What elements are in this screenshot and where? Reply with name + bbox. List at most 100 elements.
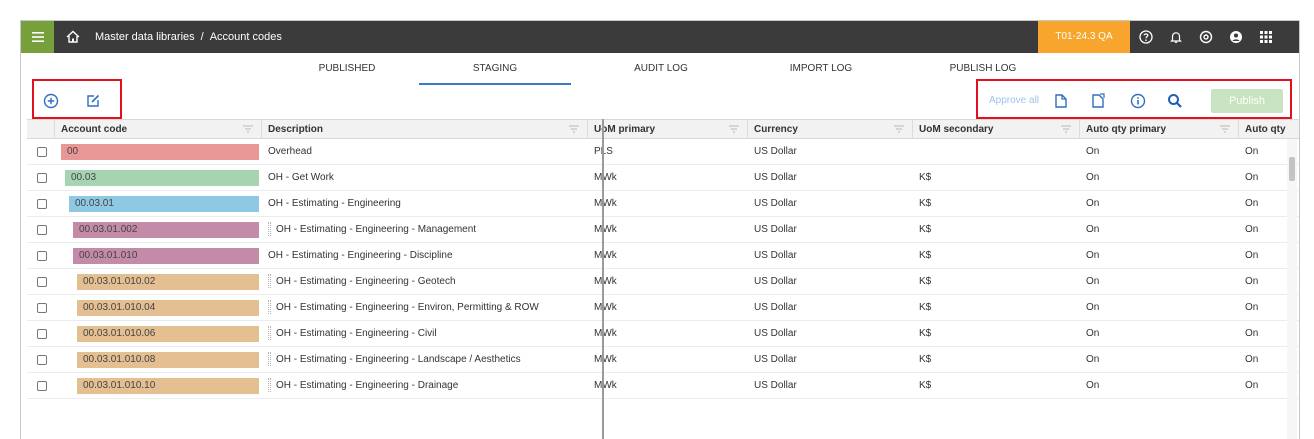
table-row[interactable]: 00.03.01.002 OH - Estimating - Engineerin… (27, 217, 1299, 243)
currency-cell[interactable]: US Dollar (748, 243, 913, 268)
column-header-currency[interactable]: Currency (748, 120, 913, 138)
row-checkbox[interactable] (37, 329, 47, 339)
uom-secondary-cell[interactable]: K$ (913, 373, 1080, 398)
auto-qty-primary-cell[interactable]: On (1080, 347, 1239, 372)
edit-icon[interactable] (84, 92, 102, 110)
table-row[interactable]: 00.03.01.010.02 OH - Estimating - Enginee… (27, 269, 1299, 295)
breadcrumb-root[interactable]: Master data libraries (95, 31, 195, 43)
uom-secondary-cell[interactable]: K$ (913, 165, 1080, 190)
row-checkbox[interactable] (37, 199, 47, 209)
drag-handle-icon[interactable] (268, 378, 271, 393)
menu-icon[interactable] (21, 21, 54, 53)
currency-cell[interactable]: US Dollar (748, 373, 913, 398)
uom-secondary-cell[interactable]: K$ (913, 295, 1080, 320)
account-code-cell[interactable]: 00.03.01 (69, 196, 259, 212)
account-code-cell[interactable]: 00.03.01.010.10 (77, 378, 259, 394)
description-cell[interactable]: OH - Estimating - Engineering - Manageme… (262, 217, 588, 242)
info-icon[interactable] (1129, 92, 1147, 110)
auto-qty-cell[interactable]: On (1239, 139, 1291, 164)
uom-primary-cell[interactable]: MWk (588, 347, 748, 372)
account-code-cell[interactable]: 00.03.01.002 (73, 222, 259, 238)
table-row[interactable]: 00.03 OH - Get Work MWk US Dollar K$ On On (27, 165, 1299, 191)
drag-handle-icon[interactable] (268, 274, 271, 289)
auto-qty-primary-cell[interactable]: On (1080, 139, 1239, 164)
column-header-description[interactable]: Description (262, 120, 588, 138)
auto-qty-primary-cell[interactable]: On (1080, 295, 1239, 320)
table-row[interactable]: 00.03.01.010.04 OH - Estimating - Enginee… (27, 295, 1299, 321)
currency-cell[interactable]: US Dollar (748, 269, 913, 294)
filter-icon[interactable] (569, 125, 579, 133)
drag-handle-icon[interactable] (268, 326, 271, 341)
currency-cell[interactable]: US Dollar (748, 191, 913, 216)
auto-qty-primary-cell[interactable]: On (1080, 269, 1239, 294)
uom-primary-cell[interactable]: MWk (588, 373, 748, 398)
account-code-cell[interactable]: 00.03 (65, 170, 259, 186)
environment-badge[interactable]: T01-24.3 QA (1038, 21, 1130, 53)
auto-qty-primary-cell[interactable]: On (1080, 243, 1239, 268)
drag-handle-icon[interactable] (268, 300, 271, 315)
row-checkbox[interactable] (37, 277, 47, 287)
uom-secondary-cell[interactable]: K$ (913, 243, 1080, 268)
uom-primary-cell[interactable]: MWk (588, 191, 748, 216)
apps-grid-icon[interactable] (1254, 21, 1278, 53)
uom-secondary-cell[interactable]: K$ (913, 191, 1080, 216)
filter-icon[interactable] (729, 125, 739, 133)
account-code-cell[interactable]: 00.03.01.010.02 (77, 274, 259, 290)
column-header-uom-secondary[interactable]: UoM secondary (913, 120, 1080, 138)
document-arrow-icon[interactable] (1052, 92, 1070, 110)
row-checkbox[interactable] (37, 355, 47, 365)
drag-handle-icon[interactable] (268, 352, 271, 367)
uom-secondary-cell[interactable]: K$ (913, 347, 1080, 372)
description-cell[interactable]: Overhead (262, 139, 588, 164)
vertical-scrollbar[interactable] (1287, 139, 1297, 439)
currency-cell[interactable]: US Dollar (748, 165, 913, 190)
help-icon[interactable] (1134, 21, 1158, 53)
scrollbar-thumb[interactable] (1289, 157, 1295, 181)
add-circle-icon[interactable] (42, 92, 60, 110)
table-row[interactable]: 00.03.01 OH - Estimating - Engineering MWk… (27, 191, 1299, 217)
table-row[interactable]: 00.03.01.010.06 OH - Estimating - Enginee… (27, 321, 1299, 347)
currency-cell[interactable]: US Dollar (748, 217, 913, 242)
auto-qty-cell[interactable]: On (1239, 191, 1291, 216)
auto-qty-cell[interactable]: On (1239, 269, 1291, 294)
auto-qty-cell[interactable]: On (1239, 295, 1291, 320)
description-cell[interactable]: OH - Estimating - Engineering - Civil (262, 321, 588, 346)
row-checkbox[interactable] (37, 303, 47, 313)
account-code-cell[interactable]: 00.03.01.010.06 (77, 326, 259, 342)
settings-icon[interactable] (1194, 21, 1218, 53)
tab-published[interactable]: PUBLISHED (287, 53, 407, 85)
home-icon[interactable] (65, 29, 81, 45)
description-cell[interactable]: OH - Estimating - Engineering - Geotech (262, 269, 588, 294)
account-code-cell[interactable]: 00.03.01.010.08 (77, 352, 259, 368)
description-cell[interactable]: OH - Estimating - Engineering - Environ,… (262, 295, 588, 320)
filter-icon[interactable] (243, 125, 253, 133)
description-cell[interactable]: OH - Estimating - Engineering - Drainage (262, 373, 588, 398)
tab-staging[interactable]: STAGING (419, 53, 571, 85)
publish-button[interactable]: Publish (1211, 89, 1283, 113)
uom-secondary-cell[interactable]: K$ (913, 269, 1080, 294)
description-cell[interactable]: OH - Estimating - Engineering - Landscap… (262, 347, 588, 372)
auto-qty-primary-cell[interactable]: On (1080, 321, 1239, 346)
description-cell[interactable]: OH - Estimating - Engineering (262, 191, 588, 216)
row-checkbox[interactable] (37, 147, 47, 157)
auto-qty-primary-cell[interactable]: On (1080, 373, 1239, 398)
table-row[interactable]: 00.03.01.010 OH - Estimating - Engineerin… (27, 243, 1299, 269)
filter-icon[interactable] (1220, 125, 1230, 133)
description-cell[interactable]: OH - Get Work (262, 165, 588, 190)
search-icon[interactable] (1166, 92, 1184, 110)
column-header-account-code[interactable]: Account code (55, 120, 262, 138)
row-checkbox[interactable] (37, 251, 47, 261)
row-checkbox[interactable] (37, 173, 47, 183)
auto-qty-cell[interactable]: On (1239, 165, 1291, 190)
table-row[interactable]: 00 Overhead PLSUS Dollar OnOn (27, 139, 1299, 165)
uom-secondary-cell[interactable] (913, 139, 1080, 164)
auto-qty-primary-cell[interactable]: On (1080, 165, 1239, 190)
filter-icon[interactable] (894, 125, 904, 133)
currency-cell[interactable]: US Dollar (748, 347, 913, 372)
auto-qty-cell[interactable]: On (1239, 373, 1291, 398)
bell-icon[interactable] (1164, 21, 1188, 53)
uom-primary-cell[interactable]: MWk (588, 217, 748, 242)
approve-all-link[interactable]: Approve all (989, 95, 1039, 106)
description-cell[interactable]: OH - Estimating - Engineering - Discipli… (262, 243, 588, 268)
currency-cell[interactable]: US Dollar (748, 295, 913, 320)
